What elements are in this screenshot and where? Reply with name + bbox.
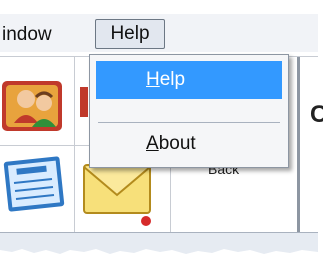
menu-item-help[interactable]: Help	[96, 61, 282, 99]
menu-item-about-label: bout	[158, 133, 196, 154]
menu-separator	[98, 122, 280, 123]
side-panel: C	[297, 57, 323, 233]
menu-item-about[interactable]: About	[96, 125, 282, 163]
mnemonic-a: A	[146, 133, 159, 154]
users-icon[interactable]	[0, 77, 68, 142]
invoice-icon[interactable]	[0, 153, 66, 222]
menu-item-help-label: elp	[159, 69, 186, 90]
panel-letter: C	[310, 101, 323, 128]
menu-help[interactable]: Help	[95, 19, 165, 49]
help-dropdown-menu: Help About	[89, 54, 289, 168]
torn-edge	[0, 249, 318, 268]
mnemonic-h: H	[146, 69, 160, 90]
menu-window[interactable]: indow	[0, 20, 52, 50]
